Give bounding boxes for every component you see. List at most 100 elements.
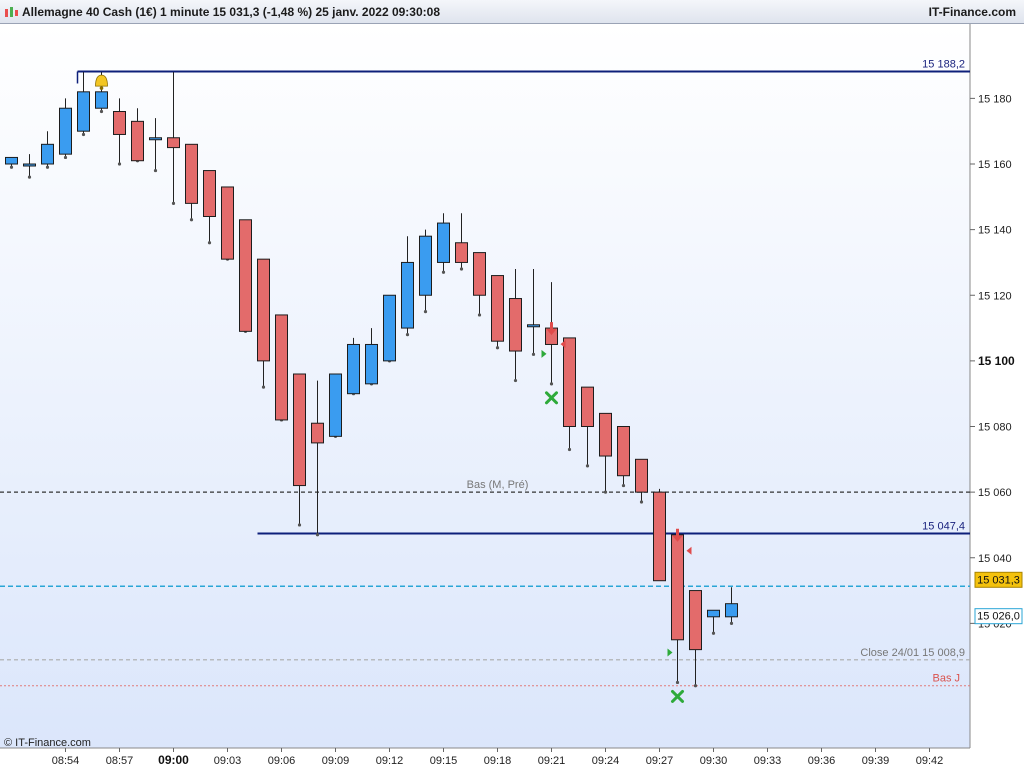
candle-body <box>473 252 486 296</box>
price-tags: 15 031,3 15 026,0 <box>974 571 1023 625</box>
candle <box>275 314 288 422</box>
x-tick-label: 09:03 <box>214 755 242 767</box>
candle <box>329 373 342 438</box>
candle-body <box>365 343 378 385</box>
bell-body <box>95 74 108 87</box>
x-tick-label: 09:18 <box>484 755 512 767</box>
candle-low-marker <box>531 352 536 356</box>
candle-body <box>725 603 738 618</box>
candle-low-marker <box>639 500 644 504</box>
candle-low-marker <box>711 631 716 635</box>
title-bar: Allemagne 40 Cash (1€) 1 minute 15 031,3… <box>0 0 1024 24</box>
candle-low-marker <box>297 523 302 527</box>
level-label: 15 188,2 <box>922 58 965 70</box>
x-tick-label: 09:30 <box>700 755 728 767</box>
candle-low-marker <box>603 490 608 494</box>
candle-low-marker <box>189 218 194 222</box>
candle-body <box>347 343 360 395</box>
candle-body <box>401 261 414 329</box>
candle-low-marker <box>513 378 518 383</box>
candle-body <box>41 143 54 165</box>
candle-body <box>599 412 612 457</box>
candle-body <box>167 137 180 149</box>
candle-low-marker <box>171 201 176 205</box>
candle-body <box>455 242 468 263</box>
candle-body <box>707 609 720 618</box>
bell-clapper <box>99 86 104 90</box>
x-tick-label: 08:54 <box>52 755 80 767</box>
candle-body <box>185 143 198 204</box>
candle-body <box>95 91 108 109</box>
x-tick-label: 09:27 <box>646 755 674 767</box>
price-chart[interactable]: 15 188,2 15 047,4 Bas (M, Pré) Close 24/01 … <box>0 24 1024 768</box>
candle-low-marker <box>63 155 68 160</box>
x-tick-label: 09:15 <box>430 755 458 767</box>
tag-label: 15 026,0 <box>977 611 1020 623</box>
candle-low-marker <box>81 132 86 137</box>
candle-low-marker <box>567 447 572 452</box>
candle-body <box>257 258 270 362</box>
x-tick-label: 09:12 <box>376 755 404 767</box>
level-label: Close 24/01 15 008,9 <box>860 647 965 659</box>
y-tick-label: 15 180 <box>978 93 1012 105</box>
level-label: 15 047,4 <box>922 520 965 532</box>
candle-body <box>113 111 126 135</box>
candle-body <box>617 426 630 477</box>
y-tick-label: 15 100 <box>978 354 1015 368</box>
candle-body <box>311 422 324 444</box>
candle-body <box>653 491 666 582</box>
candle-low-marker <box>585 464 590 468</box>
candle-low-marker <box>27 175 32 179</box>
y-tick-label: 15 140 <box>978 225 1012 237</box>
candle-low-marker <box>261 385 266 389</box>
candle-body <box>509 298 522 352</box>
candle-body <box>77 91 90 132</box>
candle-body <box>581 386 594 427</box>
candle-body <box>419 235 432 296</box>
candle-body <box>329 373 342 437</box>
candle-low-marker <box>621 483 626 488</box>
candle-body <box>131 120 144 162</box>
x-tick-label: 09:24 <box>592 755 620 767</box>
y-tick-label: 15 040 <box>978 553 1012 565</box>
candle-body <box>383 294 396 362</box>
brand-name[interactable]: IT-Finance.com <box>929 5 1016 19</box>
candle <box>221 186 234 261</box>
candle-low-marker <box>441 270 446 274</box>
candle-body <box>5 156 18 165</box>
candle <box>653 488 666 582</box>
candle-body <box>635 458 648 493</box>
candle-low-marker <box>315 533 320 537</box>
level-label: Bas J <box>932 673 960 685</box>
candle-low-marker <box>693 684 698 688</box>
x-tick-label: 09:42 <box>916 755 944 767</box>
candle-low-marker <box>207 241 212 245</box>
open-price-tag: 15 026,0 <box>974 608 1023 625</box>
chart-title: Allemagne 40 Cash (1€) 1 minute 15 031,3… <box>22 5 440 19</box>
y-tick-label: 15 080 <box>978 422 1012 434</box>
candle-low-marker <box>153 168 158 173</box>
candle-body <box>689 590 702 651</box>
y-tick-label: 15 160 <box>978 159 1012 171</box>
x-tick-label: 09:21 <box>538 755 566 767</box>
x-tick-label: 09:06 <box>268 755 296 767</box>
candle-body <box>491 275 504 342</box>
x-tick-label: 09:36 <box>808 755 836 767</box>
candle-low-marker <box>459 267 464 271</box>
y-tick-label: 15 120 <box>978 290 1012 302</box>
candle-low-marker <box>99 109 104 114</box>
candle-body <box>203 170 216 217</box>
candle-low-marker <box>477 313 482 317</box>
candle-low-marker <box>405 333 410 337</box>
x-tick-label: 09:09 <box>322 755 350 767</box>
copyright-text: © IT-Finance.com <box>4 737 91 749</box>
plot-background <box>0 24 970 748</box>
candle <box>347 337 360 396</box>
last-price-tag: 15 031,3 <box>974 571 1023 588</box>
x-tick-label: 09:39 <box>862 755 890 767</box>
x-tick-label: 08:57 <box>106 755 134 767</box>
candle-low-marker <box>675 680 680 685</box>
candle-body <box>59 107 72 155</box>
candle-body <box>437 222 450 263</box>
candle-low-marker <box>9 165 14 169</box>
